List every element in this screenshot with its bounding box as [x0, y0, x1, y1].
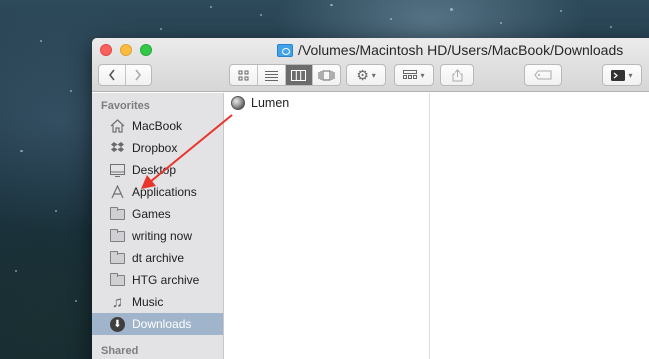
sidebar-item-dt-archive[interactable]: dt archive: [92, 247, 223, 269]
desktop-icon: [110, 163, 125, 177]
navigation-buttons: [98, 64, 152, 86]
sidebar-item-games[interactable]: Games: [92, 203, 223, 225]
folder-icon: [277, 43, 293, 57]
terminal-button[interactable]: ▾: [602, 64, 642, 86]
back-button[interactable]: [99, 65, 126, 85]
cover-flow-view-icon: [318, 70, 335, 80]
arrange-menu-button[interactable]: ▾: [394, 64, 434, 86]
sidebar-item-label: Downloads: [132, 317, 192, 331]
chevron-down-icon: ▾: [371, 70, 376, 80]
list-view-button[interactable]: [258, 65, 286, 85]
sidebar-item-label: Desktop: [132, 163, 177, 177]
sidebar-item-downloads[interactable]: ⬇ Downloads: [92, 313, 223, 335]
sidebar-item-label: dt archive: [132, 251, 185, 265]
column-view-icon: [291, 69, 307, 81]
gear-icon: ⚙: [356, 66, 369, 83]
window-path-label: /Volumes/Macintosh HD/Users/MacBook/Down…: [298, 42, 624, 58]
tags-button[interactable]: [524, 64, 562, 86]
finder-window: /Volumes/Macintosh HD/Users/MacBook/Down…: [92, 38, 649, 359]
sidebar: Favorites MacBook Dropbox Desktop Applic…: [92, 93, 224, 359]
share-button[interactable]: [440, 64, 474, 86]
dropbox-icon: [110, 142, 125, 155]
sidebar-item-label: Applications: [132, 185, 197, 199]
sidebar-item-desktop[interactable]: Desktop: [92, 159, 223, 181]
icon-view-icon: [238, 70, 249, 80]
forward-button[interactable]: [126, 65, 152, 85]
folder-icon: [110, 206, 125, 221]
terminal-icon: [611, 69, 626, 81]
sidebar-item-label: Music: [132, 295, 164, 309]
sidebar-item-applications[interactable]: Applications: [92, 181, 223, 203]
column-view-button[interactable]: [285, 65, 314, 85]
action-menu-button[interactable]: ⚙ ▾: [346, 64, 386, 86]
lumen-app-icon: [231, 96, 245, 110]
browser-column-downloads: Lumen: [225, 93, 430, 359]
sidebar-item-label: MacBook: [132, 119, 183, 133]
icon-view-button[interactable]: [230, 65, 258, 85]
sidebar-item-label: Games: [132, 207, 171, 221]
view-mode-selector: [229, 64, 341, 86]
sidebar-item-htg-archive[interactable]: HTG archive: [92, 269, 223, 291]
minimize-window-button[interactable]: [120, 44, 132, 56]
list-item-label: Lumen: [251, 96, 290, 110]
sidebar-item-label: Dropbox: [132, 141, 178, 155]
sidebar-item-music[interactable]: ♫ Music: [92, 291, 223, 313]
sidebar-item-writing-now[interactable]: writing now: [92, 225, 223, 247]
favorites-heading: Favorites: [101, 100, 150, 112]
home-icon: [110, 119, 125, 133]
share-icon: [452, 68, 462, 81]
toolbar: ⚙ ▾ ▾ ▾: [92, 64, 649, 88]
sidebar-item-dropbox[interactable]: Dropbox: [92, 137, 223, 159]
list-view-icon: [264, 70, 278, 81]
shared-heading: Shared: [101, 345, 139, 357]
arrange-grid-icon: [403, 70, 418, 79]
cover-flow-view-button[interactable]: [313, 65, 340, 85]
sidebar-item-macbook[interactable]: MacBook: [92, 115, 223, 137]
list-item-lumen[interactable]: Lumen: [225, 93, 429, 113]
tag-icon: [534, 70, 552, 80]
browser-column-empty: [430, 93, 649, 359]
title-bar: /Volumes/Macintosh HD/Users/MacBook/Down…: [92, 38, 649, 92]
window-title: /Volumes/Macintosh HD/Users/MacBook/Down…: [277, 42, 623, 58]
chevron-down-icon: ▾: [420, 70, 425, 80]
window-controls: [100, 44, 152, 56]
close-window-button[interactable]: [100, 44, 112, 56]
folder-icon: [110, 250, 125, 265]
chevron-right-icon: [135, 69, 142, 81]
chevron-down-icon: ▾: [628, 70, 633, 80]
folder-icon: [110, 272, 125, 287]
music-icon: ♫: [111, 293, 124, 311]
downloads-icon: ⬇: [110, 316, 125, 332]
sidebar-item-label: HTG archive: [132, 273, 200, 287]
sidebar-item-label: writing now: [132, 229, 193, 243]
applications-icon: [110, 185, 125, 199]
folder-icon: [110, 228, 125, 243]
zoom-window-button[interactable]: [140, 44, 152, 56]
chevron-left-icon: [108, 69, 115, 81]
